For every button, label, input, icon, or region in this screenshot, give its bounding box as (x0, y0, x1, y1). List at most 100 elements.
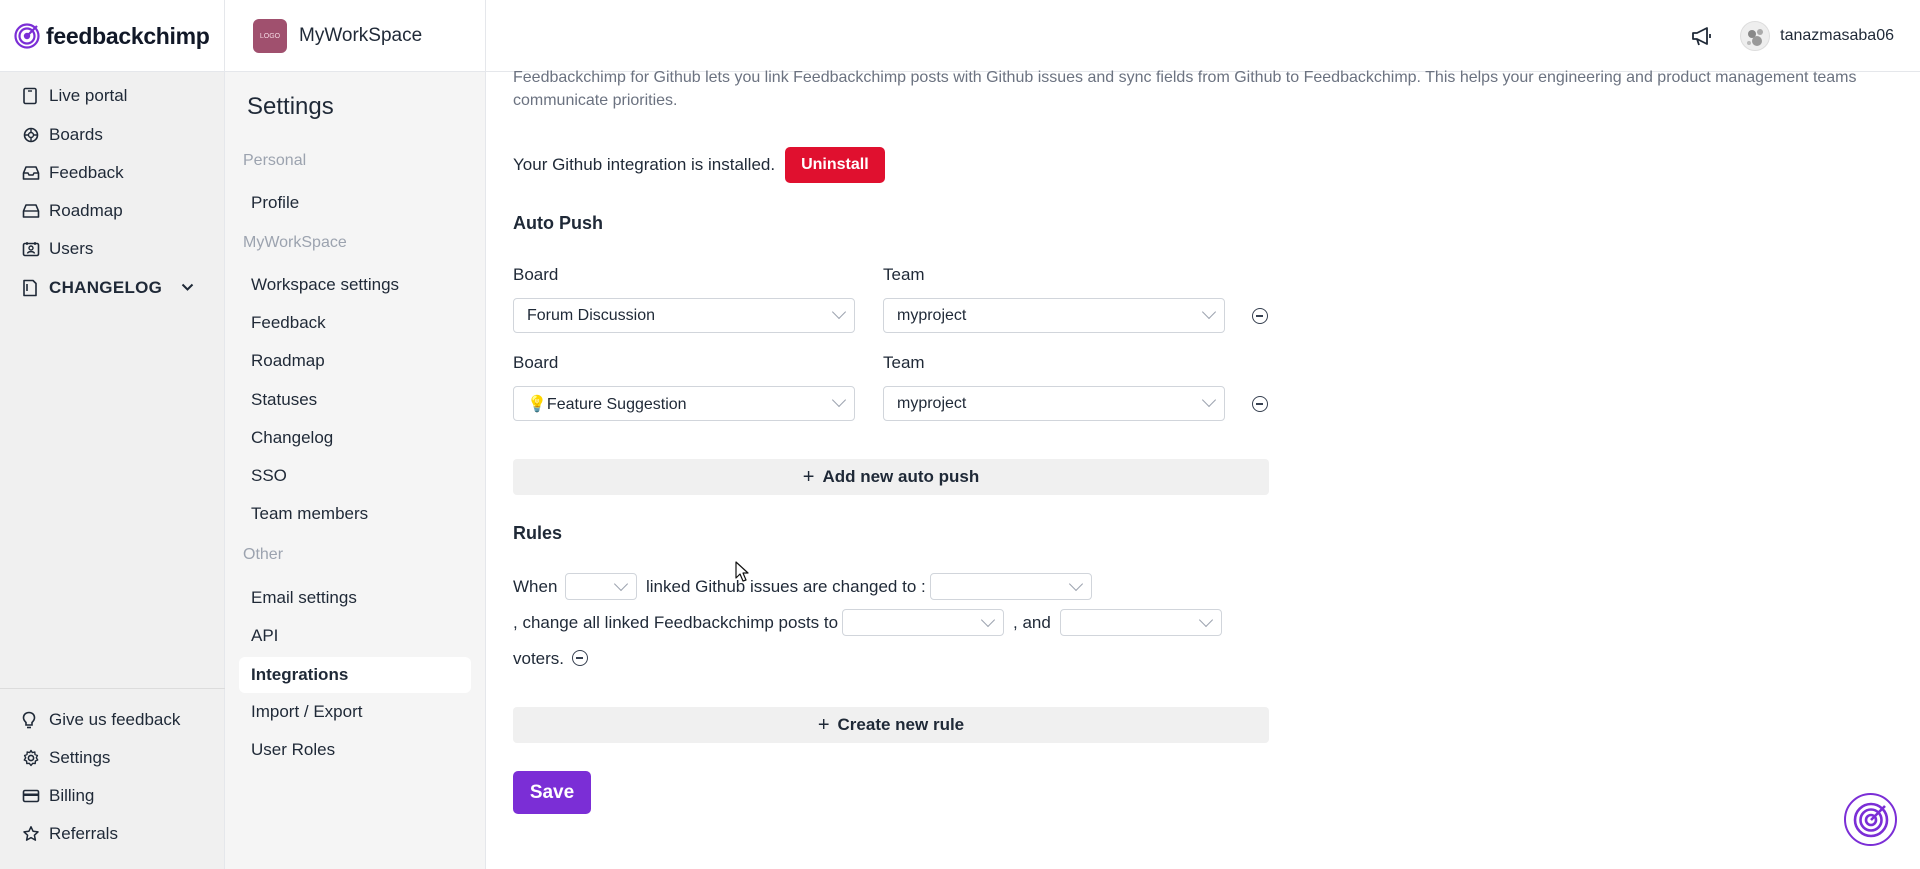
feedbackchimp-logo-icon (14, 23, 40, 49)
sidebar-item-label: Give us feedback (49, 710, 181, 729)
sidebar-item-billing[interactable]: Billing (22, 784, 94, 808)
feedbackchimp-widget-icon (1853, 802, 1888, 837)
settings-item-feedback[interactable]: Feedback (239, 305, 471, 341)
integration-description: Feedbackchimp for Github lets you link F… (513, 69, 1857, 109)
top-bar: feedbackchimp LOGO MyWorkSpace tanazmasa… (0, 0, 1920, 72)
team-select-value: myproject (897, 306, 967, 324)
rule-voters-select[interactable] (1060, 609, 1222, 636)
megaphone-icon[interactable] (1690, 25, 1714, 47)
settings-item-user-roles[interactable]: User Roles (239, 732, 471, 768)
add-auto-push-button[interactable]: + Add new auto push (513, 459, 1269, 495)
sidebar-item-users[interactable]: Users (22, 237, 93, 261)
workspace-switcher[interactable]: LOGO MyWorkSpace (225, 0, 486, 72)
save-button[interactable]: Save (513, 771, 591, 814)
avatar[interactable] (1740, 21, 1771, 51)
remove-auto-push-icon[interactable] (1252, 396, 1268, 412)
avatar-image-icon (1747, 29, 1764, 46)
sidebar-item-live-portal[interactable]: Live portal (22, 84, 127, 108)
top-right-area: tanazmasaba06 (1690, 0, 1894, 72)
settings-item-import-export[interactable]: Import / Export (239, 694, 471, 730)
settings-item-roadmap[interactable]: Roadmap (239, 343, 471, 379)
team-label: Team (883, 265, 925, 284)
chat-widget-button[interactable] (1844, 793, 1897, 846)
settings-nav: Settings Personal Profile MyWorkSpace Wo… (225, 72, 486, 869)
sidebar-item-roadmap[interactable]: Roadmap (22, 199, 123, 223)
team-select-value: myproject (897, 394, 967, 412)
auto-push-title: Auto Push (513, 213, 603, 233)
workspace-logo: LOGO (253, 19, 287, 53)
install-status-text: Your Github integration is installed. (513, 155, 776, 174)
settings-item-team-members[interactable]: Team members (239, 496, 471, 532)
sidebar-item-label: Settings (49, 748, 111, 767)
portal-icon (22, 87, 42, 105)
workspace-name: MyWorkSpace (299, 25, 423, 46)
rule-source-select[interactable] (565, 573, 637, 600)
sidebar-item-label: Billing (49, 786, 95, 805)
section-other: Other (243, 546, 284, 563)
settings-title: Settings (247, 93, 334, 120)
sidebar-item-give-feedback[interactable]: Give us feedback (22, 708, 180, 732)
chevron-down-icon[interactable] (181, 283, 194, 292)
inbox-icon (22, 165, 42, 181)
plus-icon: + (817, 714, 830, 736)
team-select[interactable]: myproject (883, 298, 1225, 333)
settings-item-statuses[interactable]: Statuses (239, 382, 471, 418)
settings-item-integrations[interactable]: Integrations (239, 657, 471, 693)
settings-item-email-settings[interactable]: Email settings (239, 580, 471, 616)
rule-post-status-select[interactable] (842, 609, 1004, 636)
team-select[interactable]: myproject (883, 386, 1225, 421)
star-icon (22, 825, 42, 843)
bulb-icon (22, 711, 42, 729)
card-icon (22, 788, 42, 804)
settings-item-api[interactable]: API (239, 618, 471, 654)
changelog-icon (22, 279, 42, 297)
plus-icon: + (802, 466, 815, 488)
chevron-down-icon (980, 612, 996, 628)
sidebar-item-label: Boards (49, 125, 103, 144)
sidebar-item-changelog[interactable]: CHANGELOG (22, 276, 202, 300)
sidebar-item-label: Live portal (49, 86, 128, 105)
sidebar-item-label: Users (49, 239, 94, 258)
integration-content: Feedbackchimp for Github lets you link F… (486, 69, 1920, 869)
board-select-value: 💡Feature Suggestion (527, 395, 687, 413)
create-rule-button[interactable]: + Create new rule (513, 707, 1269, 743)
chevron-down-icon (831, 304, 847, 320)
sidebar-item-feedback[interactable]: Feedback (22, 161, 124, 185)
sidebar-item-label: Referrals (49, 824, 118, 843)
sidebar-item-settings[interactable]: Settings (22, 746, 110, 770)
brand-logo[interactable]: feedbackchimp (0, 0, 225, 72)
chevron-down-icon (613, 576, 629, 592)
board-select[interactable]: Forum Discussion (513, 298, 855, 333)
remove-auto-push-icon[interactable] (1252, 308, 1268, 324)
uninstall-button[interactable]: Uninstall (785, 147, 885, 183)
mouse-cursor-icon (735, 561, 749, 582)
chevron-down-icon (1068, 576, 1084, 592)
users-icon (22, 241, 42, 257)
settings-item-changelog[interactable]: Changelog (239, 420, 471, 456)
sidebar-item-label: CHANGELOG (49, 278, 163, 297)
chevron-down-icon (831, 392, 847, 408)
team-label: Team (883, 353, 925, 372)
settings-item-profile[interactable]: Profile (239, 185, 471, 221)
username[interactable]: tanazmasaba06 (1780, 27, 1894, 45)
sidebar-item-label: Feedback (49, 163, 124, 182)
rule-status-select[interactable] (930, 573, 1092, 600)
rule-when-text: When (513, 577, 558, 596)
gear-icon (22, 749, 42, 767)
settings-item-sso[interactable]: SSO (239, 458, 471, 494)
sidebar-item-referrals[interactable]: Referrals (22, 822, 118, 846)
brand-name: feedbackchimp (46, 22, 210, 49)
section-personal: Personal (243, 152, 307, 169)
remove-rule-icon[interactable] (572, 650, 588, 666)
board-label: Board (513, 265, 559, 284)
main-sidebar: Live portal Boards Feedback Roadmap User… (0, 72, 225, 869)
create-rule-label: Create new rule (837, 715, 965, 734)
sidebar-divider (0, 688, 225, 689)
sidebar-item-boards[interactable]: Boards (22, 123, 103, 147)
rule-change-text: , change all linked Feedbackchimp posts … (513, 613, 839, 632)
board-select[interactable]: 💡Feature Suggestion (513, 386, 855, 421)
settings-item-workspace-settings[interactable]: Workspace settings (239, 267, 471, 303)
rule-and-text: , and (1013, 613, 1051, 632)
rule-linked-text: linked Github issues are changed to : (646, 577, 926, 596)
install-status: Your Github integration is installed. Un… (513, 147, 885, 183)
